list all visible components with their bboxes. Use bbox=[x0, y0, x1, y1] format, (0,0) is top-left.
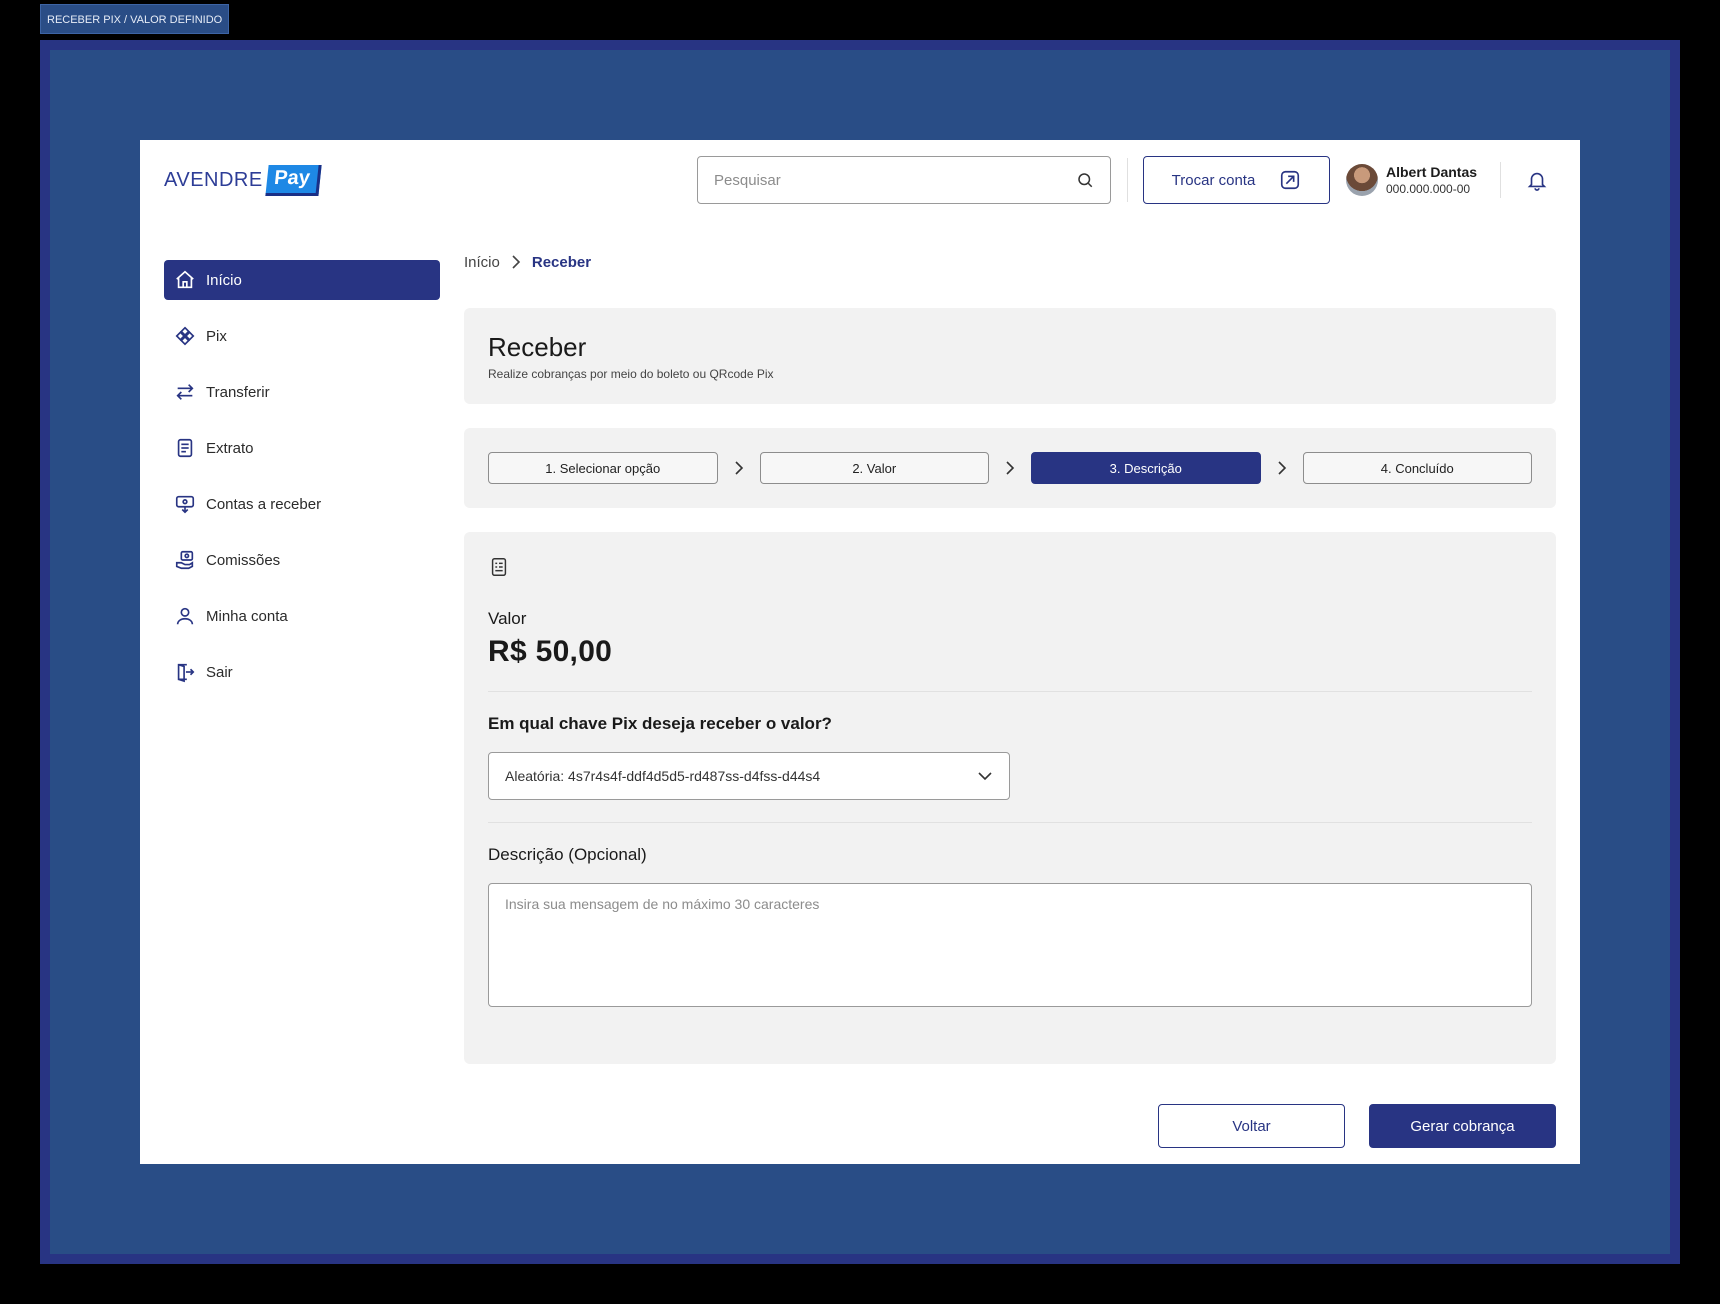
brand-name: AVENDRE bbox=[164, 168, 263, 191]
description-textarea[interactable] bbox=[488, 883, 1532, 1007]
breadcrumb: Início Receber bbox=[464, 252, 591, 272]
app-window: AVENDRE Pay Trocar conta Albert Dantas 0… bbox=[140, 140, 1580, 1164]
sidebar-item-label: Comissões bbox=[206, 551, 281, 569]
step-2[interactable]: 2. Valor bbox=[759, 452, 989, 484]
description-label: Descrição (Opcional) bbox=[488, 845, 647, 864]
sidebar-item-pix[interactable]: Pix bbox=[164, 316, 440, 356]
chevron-right-icon bbox=[512, 255, 520, 269]
amount-value: R$ 50,00 bbox=[488, 635, 613, 668]
pix-key-question: Em qual chave Pix deseja receber o valor… bbox=[488, 714, 832, 733]
switch-account-label: Trocar conta bbox=[1171, 171, 1256, 189]
header-divider bbox=[1127, 158, 1128, 202]
chevron-right-icon bbox=[1277, 461, 1286, 475]
pix-key-select[interactable]: Aleatória: 4s7r4s4f-ddf4d5d5-rd487ss-d4f… bbox=[488, 752, 1010, 800]
page-header-card: Receber Realize cobranças por meio do bo… bbox=[464, 308, 1556, 404]
breadcrumb-home[interactable]: Início bbox=[464, 254, 500, 271]
page-title: Receber bbox=[488, 332, 587, 362]
generate-charge-button[interactable]: Gerar cobrança bbox=[1369, 1104, 1556, 1148]
avatar bbox=[1346, 164, 1378, 196]
chevron-right-icon bbox=[1006, 461, 1015, 475]
document-icon bbox=[491, 558, 507, 576]
notification-bell-icon[interactable] bbox=[1526, 168, 1548, 192]
sidebar-item-label: Minha conta bbox=[206, 607, 288, 625]
charge-form-card: Valor R$ 50,00 Em qual chave Pix deseja … bbox=[464, 532, 1556, 1064]
brand-logo[interactable]: AVENDRE Pay bbox=[164, 162, 321, 198]
step-1[interactable]: 1. Selecionar opção bbox=[488, 452, 718, 484]
pix-key-selected-value: Aleatória: 4s7r4s4f-ddf4d5d5-rd487ss-d4f… bbox=[505, 768, 821, 784]
frame-label: RECEBER PIX / VALOR DEFINIDO bbox=[40, 4, 230, 34]
logout-icon bbox=[177, 663, 195, 683]
sidebar-item-comissoes[interactable]: Comissões bbox=[164, 540, 440, 580]
sidebar-item-label: Sair bbox=[206, 663, 233, 681]
sidebar-item-label: Pix bbox=[206, 327, 227, 345]
sidebar-item-contas-a-receber[interactable]: Contas a receber bbox=[164, 484, 440, 524]
commission-icon bbox=[175, 550, 194, 570]
sidebar-item-label: Extrato bbox=[206, 439, 254, 457]
pix-icon bbox=[175, 326, 195, 346]
user-icon bbox=[176, 607, 194, 625]
sidebar-nav: Início Pix Transferir Extrato Contas a r… bbox=[164, 260, 440, 708]
user-name: Albert Dantas bbox=[1386, 164, 1478, 180]
divider bbox=[488, 822, 1532, 823]
sidebar-item-label: Transferir bbox=[206, 383, 270, 401]
sidebar-item-label: Início bbox=[206, 271, 242, 289]
sidebar-item-sair[interactable]: Sair bbox=[164, 652, 440, 692]
sidebar-item-label: Contas a receber bbox=[206, 495, 322, 513]
sidebar-item-inicio[interactable]: Início bbox=[164, 260, 440, 300]
breadcrumb-current: Receber bbox=[531, 253, 592, 271]
page-subtitle: Realize cobranças por meio do boleto ou … bbox=[488, 367, 774, 381]
brand-pay-badge: Pay bbox=[265, 164, 321, 196]
switch-account-button[interactable]: Trocar conta bbox=[1143, 156, 1330, 204]
chevron-right-icon bbox=[734, 461, 743, 475]
user-profile[interactable]: Albert Dantas 000.000.000-00 bbox=[1346, 162, 1477, 198]
step-3[interactable]: 3. Descrição bbox=[1031, 452, 1261, 484]
user-document: 000.000.000-00 bbox=[1386, 182, 1471, 196]
divider bbox=[488, 691, 1532, 692]
transfer-icon bbox=[176, 384, 194, 400]
header-divider bbox=[1500, 162, 1501, 198]
statement-icon bbox=[177, 438, 193, 458]
sidebar-item-minha-conta[interactable]: Minha conta bbox=[164, 596, 440, 636]
external-arrow-icon bbox=[1281, 170, 1300, 190]
home-icon bbox=[176, 270, 194, 289]
sidebar-item-extrato[interactable]: Extrato bbox=[164, 428, 440, 468]
back-button[interactable]: Voltar bbox=[1158, 1104, 1345, 1148]
search-input[interactable] bbox=[714, 171, 1076, 189]
receivables-icon bbox=[175, 495, 195, 514]
amount-label: Valor bbox=[488, 609, 527, 628]
chevron-down-icon bbox=[978, 772, 992, 781]
search-icon[interactable] bbox=[1076, 171, 1094, 189]
sidebar-item-transferir[interactable]: Transferir bbox=[164, 372, 440, 412]
search-box[interactable] bbox=[697, 156, 1111, 204]
step-4[interactable]: 4. Concluído bbox=[1302, 452, 1532, 484]
stepper: 1. Selecionar opção 2. Valor 3. Descriçã… bbox=[464, 428, 1556, 508]
